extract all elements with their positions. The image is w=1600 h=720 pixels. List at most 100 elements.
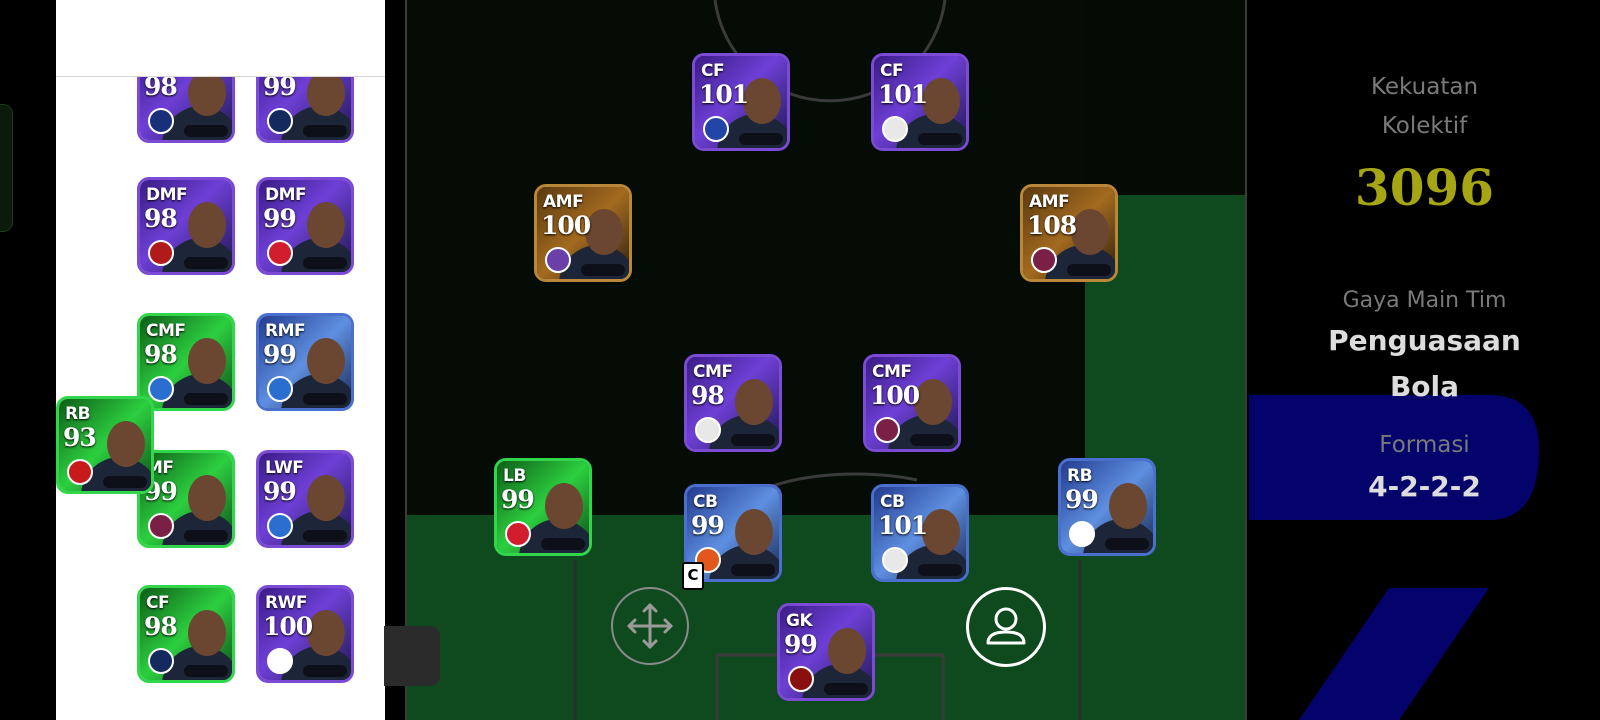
- move-arrows-icon: [627, 603, 673, 649]
- lineup-card-cmf[interactable]: CMF 98: [684, 354, 782, 452]
- card-rating: 99: [263, 204, 297, 233]
- lineup-card-gk[interactable]: GK 99: [777, 603, 875, 701]
- skill-indicator: [303, 257, 347, 269]
- card-position: LB: [503, 466, 526, 486]
- player-portrait: [1109, 483, 1147, 529]
- reserve-card[interactable]: RWF 100: [256, 585, 354, 683]
- formation-label: Formasi: [1379, 432, 1470, 458]
- card-position: RWF: [265, 593, 307, 613]
- card-rating: 101: [878, 511, 928, 540]
- card-rating: 101: [878, 80, 928, 109]
- card-position: LWF: [265, 458, 304, 478]
- reserve-card[interactable]: DMF 98: [137, 177, 235, 275]
- card-rating: 99: [501, 485, 535, 514]
- player-portrait: [914, 379, 952, 425]
- skill-indicator: [303, 393, 347, 405]
- barcelona-badge-icon: [148, 513, 174, 539]
- club-purple-badge-icon: [545, 247, 571, 273]
- reserve-card[interactable]: CMF 98: [137, 313, 235, 411]
- skill-indicator: [910, 434, 954, 446]
- england-badge-icon: [1069, 521, 1095, 547]
- card-position: GK: [786, 611, 813, 631]
- player-portrait: [1071, 209, 1109, 255]
- club-blue-badge-icon: [267, 513, 293, 539]
- skill-indicator: [303, 125, 347, 137]
- dragged-player-card[interactable]: RB 93: [56, 396, 154, 494]
- club-blue-badge-icon: [267, 376, 293, 402]
- skill-indicator: [731, 434, 775, 446]
- player-portrait: [107, 421, 145, 467]
- reserve-panel: 98 99 DMF 98 DMF 99 CMF 98 RMF 99 MF 99 LWF 99 CF 98 RWF…: [56, 0, 385, 720]
- skill-indicator: [1067, 264, 1111, 276]
- player-profile-icon: [986, 607, 1026, 645]
- skill-indicator: [303, 665, 347, 677]
- lineup-card-cf[interactable]: CF 101: [692, 53, 790, 151]
- team-stats-background: [1249, 395, 1539, 720]
- england-badge-icon: [267, 648, 293, 674]
- player-profile-button[interactable]: [966, 587, 1046, 667]
- side-drawer-handle[interactable]: [0, 104, 13, 232]
- player-portrait: [743, 78, 781, 124]
- skill-indicator: [184, 257, 228, 269]
- player-portrait: [735, 379, 773, 425]
- player-portrait: [188, 610, 226, 656]
- card-position: RMF: [265, 321, 306, 341]
- reserve-card[interactable]: RMF 99: [256, 313, 354, 411]
- card-rating: 99: [691, 511, 725, 540]
- skill-indicator: [739, 133, 783, 145]
- card-rating: 101: [699, 80, 749, 109]
- skill-indicator: [1105, 538, 1149, 550]
- pitch-right-line: [1245, 0, 1247, 720]
- skill-indicator: [824, 683, 868, 695]
- skill-indicator: [918, 564, 962, 576]
- psg-badge-icon: [148, 648, 174, 674]
- player-portrait: [307, 475, 345, 521]
- playstyle-label: Gaya Main Tim: [1342, 288, 1507, 313]
- skill-indicator: [731, 564, 775, 576]
- reserve-card[interactable]: LWF 99: [256, 450, 354, 548]
- card-rating: 100: [870, 381, 920, 410]
- card-position: AMF: [1029, 192, 1070, 212]
- move-button[interactable]: [611, 587, 689, 665]
- lineup-card-amf[interactable]: AMF 100: [534, 184, 632, 282]
- skill-indicator: [303, 530, 347, 542]
- lineup-card-cf[interactable]: CF 101: [871, 53, 969, 151]
- card-position: CMF: [872, 362, 912, 382]
- pitch-left-line: [405, 0, 407, 720]
- lineup-card-rb[interactable]: RB 99: [1058, 458, 1156, 556]
- reserve-panel-header: [56, 0, 385, 77]
- card-position: CB: [693, 492, 718, 512]
- lineup-card-cmf[interactable]: CMF 100: [863, 354, 961, 452]
- card-rating: 99: [263, 340, 297, 369]
- skill-indicator: [918, 133, 962, 145]
- playstyle-value-line1: Penguasaan: [1328, 324, 1521, 357]
- card-rating: 98: [144, 612, 178, 641]
- skill-indicator: [184, 530, 228, 542]
- lineup-card-cb[interactable]: CB 101: [871, 484, 969, 582]
- card-position: RB: [65, 404, 91, 424]
- panel-toggle-tab[interactable]: [384, 626, 440, 686]
- strength-value: 3096: [1354, 158, 1495, 217]
- reserve-card[interactable]: DMF 99: [256, 177, 354, 275]
- card-rating: 99: [784, 630, 818, 659]
- skill-indicator: [541, 538, 585, 550]
- arsenal-badge-icon: [67, 459, 93, 485]
- card-rating: 98: [691, 381, 725, 410]
- card-position: CF: [146, 593, 170, 613]
- squad-screen: 98 99 DMF 98 DMF 99 CMF 98 RMF 99 MF 99 LWF 99 CF 98 RWF…: [0, 0, 1600, 720]
- player-portrait: [188, 475, 226, 521]
- club-blue-badge-icon: [148, 376, 174, 402]
- skill-indicator: [184, 665, 228, 677]
- inter-badge-icon: [148, 108, 174, 134]
- lineup-card-lb[interactable]: LB 99: [494, 458, 592, 556]
- reserve-card[interactable]: CF 98: [137, 585, 235, 683]
- player-portrait: [307, 202, 345, 248]
- skill-indicator: [184, 393, 228, 405]
- team-stats-panel: Kekuatan Kolektif 3096 Gaya Main Tim Pen…: [1249, 0, 1600, 720]
- club-white-badge-icon: [695, 417, 721, 443]
- strength-label-line2: Kolektif: [1381, 113, 1468, 139]
- france-badge-icon: [703, 116, 729, 142]
- club-white-badge-icon: [882, 547, 908, 573]
- card-rating: 99: [263, 477, 297, 506]
- lineup-card-amf[interactable]: AMF 108: [1020, 184, 1118, 282]
